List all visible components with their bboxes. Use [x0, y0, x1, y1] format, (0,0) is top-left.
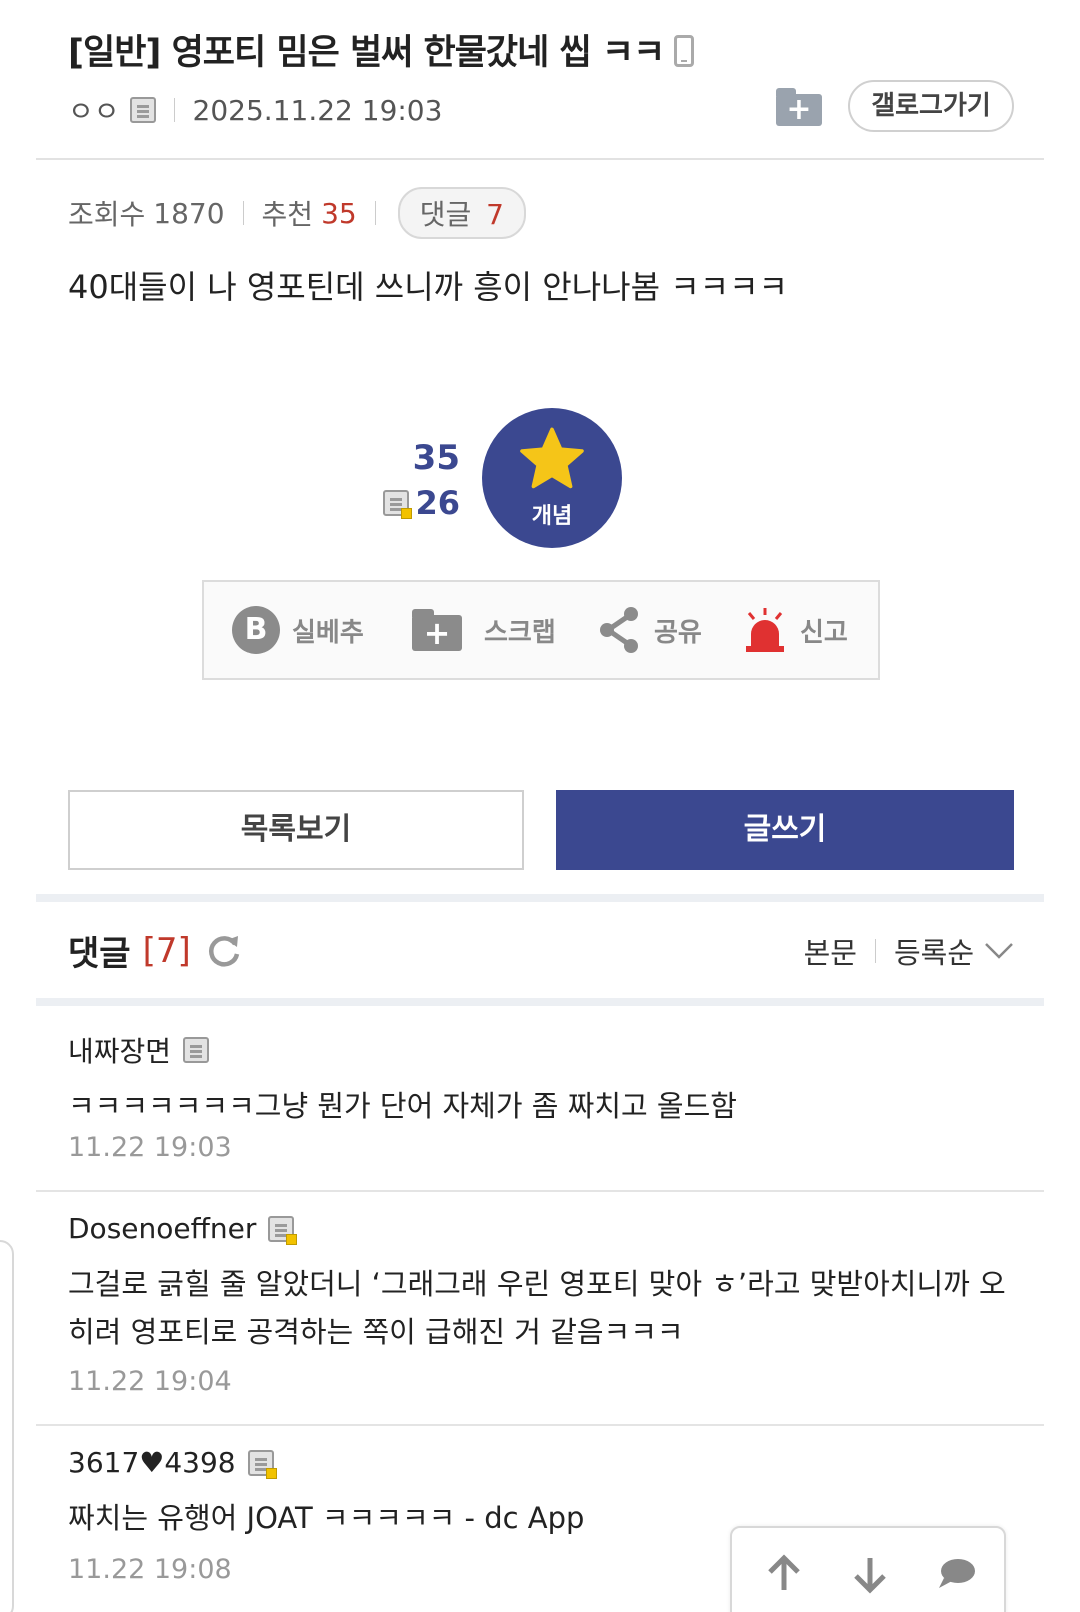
arrow-down-icon[interactable] — [848, 1552, 892, 1596]
comment-count-button[interactable]: 댓글 7 — [397, 187, 526, 239]
report-label: 신고 — [800, 617, 848, 648]
post-stats: 조회수 1870 추천 35 댓글 7 — [68, 187, 526, 239]
scrap-folder-icon: + — [412, 609, 462, 651]
views-count: 1870 — [153, 196, 225, 230]
comment-author-name[interactable]: Dosenoeffner — [68, 1212, 256, 1245]
comment-text: ㅋㅋㅋㅋㅋㅋㅋ그냥 뭔가 단어 자체가 좀 짜치고 올드함 — [68, 1089, 737, 1123]
divider — [242, 201, 244, 225]
report-button[interactable]: 신고 — [742, 582, 848, 678]
fixed-nick-icon — [383, 490, 413, 519]
recommend-button-label: 개념 — [531, 504, 573, 529]
comment-count: 7 — [486, 198, 504, 231]
fixed-nick-icon — [247, 1449, 277, 1479]
divider — [374, 201, 376, 225]
side-panel-edge[interactable] — [0, 1240, 14, 1612]
comment-date: 11.22 19:04 — [68, 1366, 232, 1397]
scrap-button[interactable]: + 스크랩 — [412, 582, 556, 678]
share-label: 공유 — [654, 617, 702, 648]
siren-icon — [746, 608, 784, 652]
share-icon — [600, 607, 638, 653]
fixed-recommend-count: 26 — [415, 484, 460, 522]
comment-item: 내짜장면 ㅋㅋㅋㅋㅋㅋㅋ그냥 뭔가 단어 자체가 좀 짜치고 올드함 11.22… — [36, 1006, 1044, 1192]
comment-author-name[interactable]: 3617♥4398 — [68, 1446, 236, 1479]
comment-text: 그걸로 긁힐 줄 알았더니 ‘그래그래 우린 영포티 맞아 ㅎ’라고 맞받아치니… — [68, 1267, 1006, 1349]
comments-title: 댓글 — [68, 934, 131, 974]
post-title: [일반] 영포티 밈은 벌써 한물갔네 씹 ㅋㅋ — [68, 24, 695, 75]
comment-bubble-icon[interactable] — [934, 1552, 978, 1596]
post-meta: ㅇㅇ 2025.11.22 19:03 — [68, 90, 442, 130]
comments-header: 댓글 [7] — [68, 926, 243, 975]
section-divider — [36, 894, 1044, 902]
gallog-button[interactable]: 갤로그가기 — [848, 80, 1014, 132]
divider — [874, 939, 876, 963]
write-button[interactable]: 글쓰기 — [556, 790, 1014, 870]
comment-author-name[interactable]: 내짜장면 — [68, 1030, 171, 1070]
author-name[interactable]: ㅇㅇ — [68, 90, 120, 130]
mobile-icon — [674, 35, 695, 67]
scrap-label: 스크랩 — [484, 617, 556, 648]
plus-folder-icon: + — [776, 94, 822, 126]
comment-author[interactable]: 내짜장면 — [68, 1030, 210, 1070]
recommend-total: 35 — [412, 438, 460, 478]
comment-item: Dosenoeffner 그걸로 긁힐 줄 알았더니 ‘그래그래 우린 영포티 … — [36, 1192, 1044, 1426]
comment-author[interactable]: 3617♥4398 — [68, 1446, 277, 1479]
post-datetime: 2025.11.22 19:03 — [192, 93, 443, 127]
comment-author[interactable]: Dosenoeffner — [68, 1212, 298, 1245]
list-button[interactable]: 목록보기 — [68, 790, 524, 870]
views-label: 조회수 — [68, 198, 146, 231]
silbe-label: 실베추 — [292, 617, 364, 648]
comment-label: 댓글 — [419, 198, 472, 231]
recommend-label: 추천 — [261, 198, 314, 231]
recommend-button[interactable]: 개념 — [482, 408, 622, 548]
divider — [36, 158, 1044, 160]
fixed-recommend: 26 — [380, 484, 460, 522]
post-body: 40대들이 나 영포틴데 쓰니까 흥이 안나나봄 ㅋㅋㅋㅋ — [68, 268, 788, 306]
refresh-icon[interactable] — [205, 932, 243, 970]
fixed-nick-icon — [268, 1215, 298, 1245]
nickname-badge-icon — [183, 1037, 210, 1063]
star-icon — [520, 427, 584, 489]
comment-sort-controls: 본문 등록순 — [804, 930, 1014, 972]
sort-body-option[interactable]: 본문 — [804, 930, 857, 972]
b-circle-icon: B — [232, 606, 280, 654]
floating-nav — [730, 1526, 1006, 1612]
nickname-badge-icon — [129, 97, 156, 123]
share-button[interactable]: 공유 — [598, 582, 702, 678]
arrow-up-icon[interactable] — [762, 1552, 806, 1596]
section-divider — [36, 998, 1044, 1006]
chevron-down-icon[interactable] — [984, 941, 1014, 961]
silbe-button[interactable]: B 실베추 — [232, 582, 364, 678]
comment-date: 11.22 19:03 — [68, 1132, 232, 1163]
post-title-text: [일반] 영포티 밈은 벌써 한물갔네 씹 ㅋㅋ — [68, 33, 665, 73]
recommend-count: 35 — [321, 196, 357, 230]
sort-order-select[interactable]: 등록순 — [894, 930, 974, 972]
comment-date: 11.22 19:08 — [68, 1554, 232, 1585]
action-bar: B 실베추 + 스크랩 공유 신고 — [202, 580, 880, 680]
add-folder-button[interactable]: + — [776, 88, 822, 126]
comments-count: [7] — [142, 930, 191, 971]
divider — [173, 98, 175, 122]
